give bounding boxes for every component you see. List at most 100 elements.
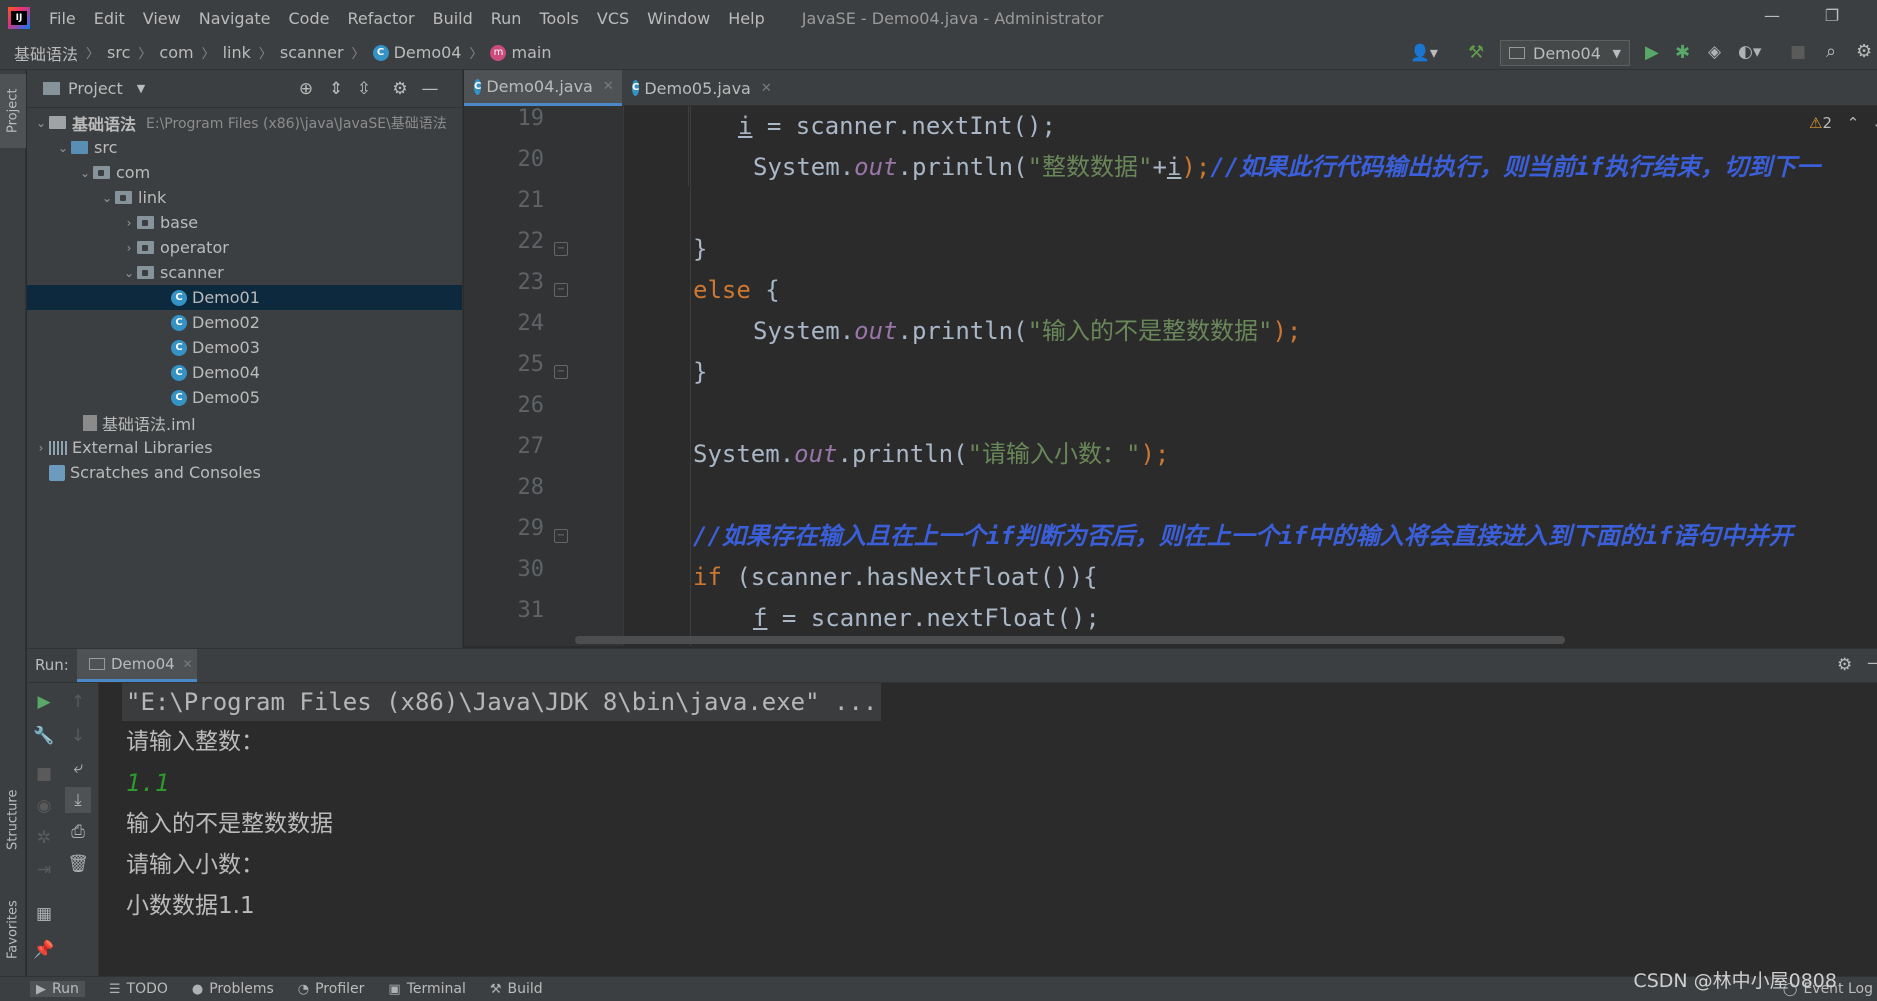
debug-icon[interactable]: ✱ (1675, 42, 1690, 63)
tree-item-link[interactable]: ⌄ link (27, 185, 462, 210)
crumb-com[interactable]: com (159, 43, 193, 62)
tree-item-demo01[interactable]: C Demo01 (27, 285, 462, 310)
chevron-down-icon[interactable]: ⌄ (77, 166, 93, 180)
menu-edit[interactable]: Edit (85, 9, 134, 28)
fold-marker-icon[interactable]: − (554, 283, 568, 297)
bottom-tab-run[interactable]: ▶ Run (30, 981, 85, 997)
down-arrow-icon[interactable]: ↓ (65, 723, 91, 749)
tree-item-scratches[interactable]: Scratches and Consoles (27, 460, 462, 485)
menu-view[interactable]: View (134, 9, 190, 28)
menu-window[interactable]: Window (638, 9, 719, 28)
bottom-tab-terminal[interactable]: ▣ Terminal (388, 981, 465, 997)
tree-item-base[interactable]: › base (27, 210, 462, 235)
coverage-icon[interactable]: ◈ (1708, 42, 1721, 62)
rerun-icon[interactable]: ▶ (31, 689, 57, 715)
hammer-build-icon[interactable]: ⚒ (1468, 42, 1484, 63)
menu-build[interactable]: Build (424, 9, 482, 28)
crumb-method[interactable]: main (511, 43, 551, 62)
settings-icon[interactable]: ⚙ (1856, 41, 1872, 62)
chevron-down-icon[interactable]: ⌄ (121, 266, 137, 280)
code-editor[interactable]: i = scanner.nextInt(); System.out.printl… (625, 106, 1877, 646)
run-tab-demo04[interactable]: Demo04 ✕ (77, 649, 197, 682)
fold-marker-icon[interactable]: − (554, 365, 568, 379)
bottom-tab-build[interactable]: ⚒ Build (490, 981, 543, 997)
minimize-icon[interactable]: — (1760, 6, 1784, 28)
menu-code[interactable]: Code (280, 9, 339, 28)
expand-all-icon[interactable]: ⇕ (325, 79, 347, 99)
stop-icon[interactable]: ■ (1790, 42, 1806, 62)
crumb-src[interactable]: src (107, 43, 130, 62)
inspection-widget[interactable]: ⚠2 ⌃ ⌄ (1805, 114, 1877, 132)
up-arrow-icon[interactable]: ↑ (65, 689, 91, 715)
menu-navigate[interactable]: Navigate (190, 9, 280, 28)
layout-icon[interactable]: ▦ (31, 901, 57, 927)
stop-icon[interactable]: ■ (31, 761, 57, 787)
menu-file[interactable]: File (40, 9, 85, 28)
chevron-up-icon[interactable]: ⌃ (1847, 114, 1860, 132)
camera-icon[interactable]: ◉ (31, 793, 57, 819)
trash-icon[interactable]: 🗑 (65, 851, 91, 877)
editor-horizontal-scrollbar[interactable] (575, 636, 1565, 644)
tree-item-src[interactable]: ⌄ src (27, 135, 462, 160)
run-config-selector[interactable]: Demo04 ▼ (1500, 40, 1630, 66)
locate-icon[interactable]: ⊕ (295, 79, 317, 99)
restore-icon[interactable]: ❐ (1820, 6, 1844, 28)
menu-refactor[interactable]: Refactor (338, 9, 423, 28)
search-icon[interactable]: ⌕ (1826, 41, 1836, 62)
tab-demo05[interactable]: C Demo05.java ✕ (622, 70, 772, 106)
crumb-link[interactable]: link (223, 43, 251, 62)
crumb-class[interactable]: Demo04 (394, 43, 462, 62)
chevron-down-icon[interactable]: ⌄ (99, 191, 115, 205)
close-icon[interactable]: ✕ (183, 657, 193, 671)
close-icon[interactable]: ✕ (761, 81, 772, 96)
tree-item-external-libraries[interactable]: › External Libraries (27, 435, 462, 460)
tree-item-demo05[interactable]: C Demo05 (27, 385, 462, 410)
collapse-all-icon[interactable]: ⇳ (353, 79, 375, 99)
chevron-down-icon[interactable]: ⌄ (55, 141, 71, 155)
print-icon[interactable]: ⎙ (65, 819, 91, 845)
fold-marker-icon[interactable]: − (554, 529, 568, 543)
tree-item-operator[interactable]: › operator (27, 235, 462, 260)
profile-icon[interactable]: ◐▾ (1738, 42, 1761, 62)
crumb-project[interactable]: 基础语法 (14, 41, 78, 65)
fold-marker-icon[interactable]: − (554, 242, 568, 256)
hide-icon[interactable]: — (1867, 653, 1877, 673)
chevron-down-icon[interactable]: ▼ (137, 82, 145, 95)
menu-tools[interactable]: Tools (530, 9, 587, 28)
tree-item-scanner[interactable]: ⌄ scanner (27, 260, 462, 285)
chevron-down-icon[interactable]: ⌄ (33, 116, 49, 130)
tree-item-demo04[interactable]: C Demo04 (27, 360, 462, 385)
tab-demo04[interactable]: C Demo04.java ✕ (464, 70, 622, 106)
bottom-tab-problems[interactable]: ● Problems (192, 981, 274, 997)
project-panel-title[interactable]: Project (68, 79, 123, 98)
project-tool-tab[interactable]: Project (0, 74, 26, 148)
menu-run[interactable]: Run (482, 9, 531, 28)
wrench-icon[interactable]: 🔧 (31, 723, 57, 749)
user-icon[interactable]: 👤▾ (1410, 43, 1438, 62)
tree-item-demo03[interactable]: C Demo03 (27, 335, 462, 360)
exit-icon[interactable]: ⇥ (31, 857, 57, 883)
console-output[interactable]: "E:\Program Files (x86)\Java\JDK 8\bin\j… (100, 683, 1877, 976)
chevron-right-icon[interactable]: › (121, 216, 137, 230)
gear-icon[interactable]: ⚙ (1837, 655, 1852, 675)
chevron-down-icon[interactable]: ⌄ (1872, 114, 1877, 132)
close-icon[interactable]: ✕ (603, 79, 614, 94)
tree-item-root[interactable]: ⌄ 基础语法 E:\Program Files (x86)\java\JavaS… (27, 110, 462, 135)
tree-item-iml[interactable]: 基础语法.iml (27, 410, 462, 435)
pin-icon[interactable]: 📌 (31, 937, 57, 963)
run-icon[interactable]: ▶ (1645, 42, 1659, 63)
tree-item-demo02[interactable]: C Demo02 (27, 310, 462, 335)
crumb-scanner[interactable]: scanner (280, 43, 344, 62)
hide-icon[interactable]: — (419, 79, 441, 99)
chevron-right-icon[interactable]: › (33, 441, 49, 455)
gear-icon[interactable]: ⚙ (389, 79, 411, 99)
bug-icon[interactable]: ✲ (31, 825, 57, 851)
tree-item-com[interactable]: ⌄ com (27, 160, 462, 185)
menu-vcs[interactable]: VCS (588, 9, 638, 28)
bottom-tab-todo[interactable]: ☰ TODO (109, 981, 168, 997)
chevron-right-icon[interactable]: › (121, 241, 137, 255)
favorites-tool-tab[interactable]: Favorites (0, 880, 26, 980)
bottom-tab-profiler[interactable]: ◔ Profiler (298, 981, 365, 997)
menu-help[interactable]: Help (719, 9, 773, 28)
soft-wrap-icon[interactable]: ⤶ (65, 755, 91, 781)
